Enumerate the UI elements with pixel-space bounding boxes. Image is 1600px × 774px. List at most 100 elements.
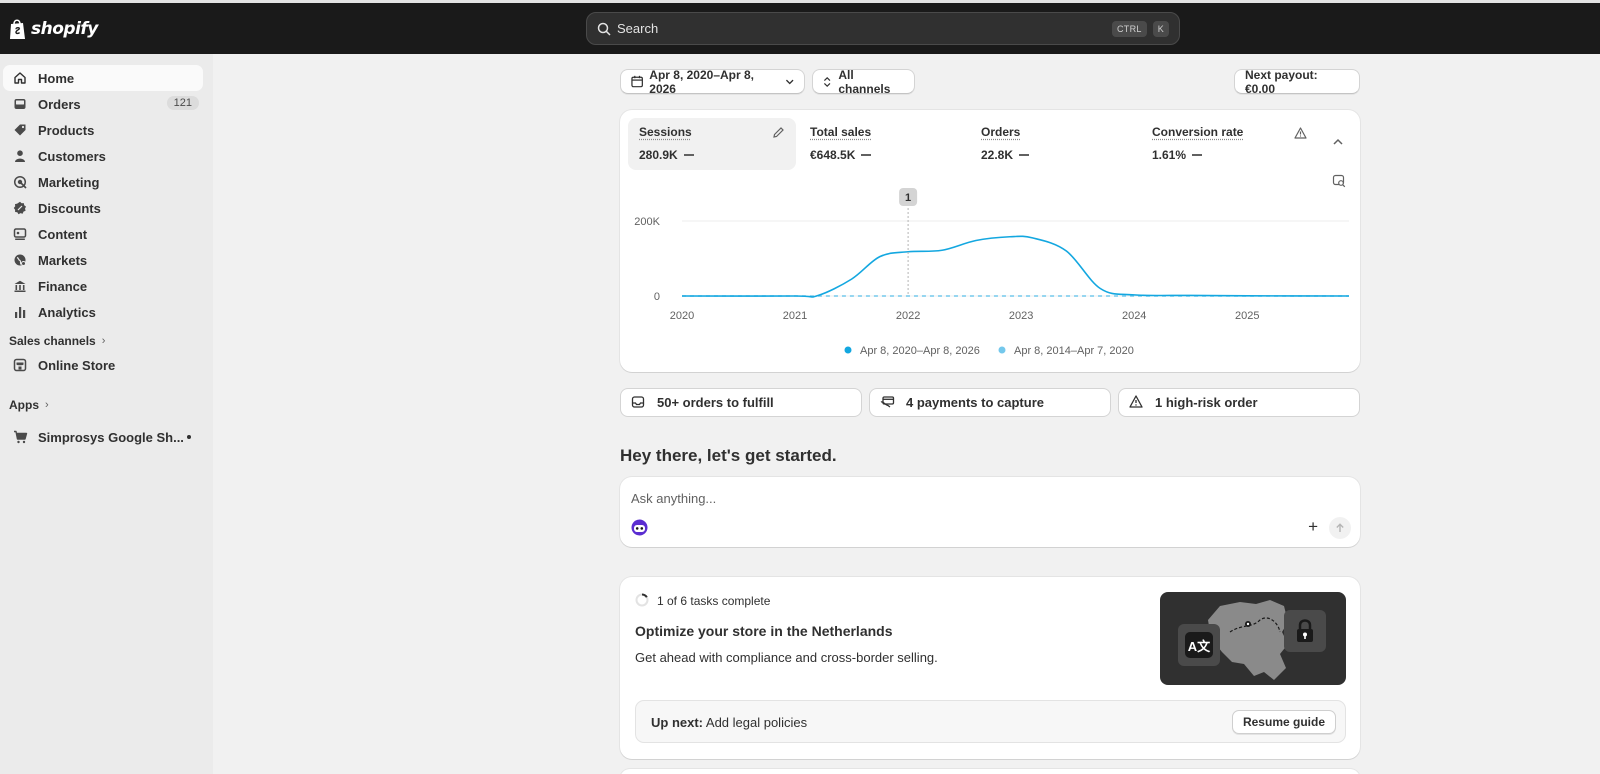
- channels-selector[interactable]: All channels: [812, 68, 915, 96]
- orders-count-badge: 121: [166, 96, 199, 110]
- send-button[interactable]: [1329, 517, 1351, 539]
- sidebar-item-label: Discounts: [38, 200, 101, 216]
- sidebar-item-discounts[interactable]: Discounts: [3, 195, 203, 221]
- sidebar-item-label: Analytics: [38, 304, 96, 320]
- sales-channels-heading[interactable]: Sales channels ›: [9, 334, 105, 348]
- lock-icon: [1297, 619, 1313, 642]
- chevron-right-icon: ›: [101, 335, 106, 347]
- task-label: 1 high-risk order: [1155, 395, 1258, 410]
- analytics-card: Sessions 280.9K Total sales €648.5K Orde…: [620, 110, 1360, 372]
- sidebar-item-online-store[interactable]: Online Store: [3, 352, 203, 378]
- netherlands-illustration: A文: [1160, 592, 1346, 685]
- sidebar-item-label: Home: [38, 70, 75, 86]
- sidebar-item-orders[interactable]: Orders 121: [3, 91, 203, 117]
- sidebar-item-products[interactable]: Products: [3, 117, 203, 143]
- shortcut-k: K: [1152, 20, 1169, 37]
- add-attachment-button[interactable]: +: [1308, 517, 1318, 537]
- high-risk-order-button[interactable]: 1 high-risk order: [1118, 388, 1360, 417]
- guide-progress-text: 1 of 6 tasks complete: [657, 594, 771, 608]
- legend-label: Apr 8, 2014–Apr 7, 2020: [1014, 345, 1134, 357]
- sidebar-item-label: Markets: [38, 252, 88, 268]
- lock-tile: [1284, 610, 1326, 652]
- resume-guide-button[interactable]: Resume guide: [1231, 710, 1336, 734]
- logo-text: shopify: [31, 19, 98, 39]
- home-icon: [12, 70, 28, 86]
- search-placeholder: Search: [617, 21, 659, 36]
- date-range-label: Apr 8, 2020–Apr 8, 2026: [649, 67, 754, 96]
- sidebar-item-content[interactable]: Content: [3, 221, 203, 247]
- sidebar-item-marketing[interactable]: Marketing: [3, 169, 203, 195]
- task-label: 4 payments to capture: [906, 395, 1044, 410]
- cart-icon: [12, 429, 28, 445]
- sidebar-item-label: Marketing: [38, 174, 100, 190]
- x-tick-label: 2021: [783, 310, 807, 322]
- bar-chart-icon: [12, 304, 28, 320]
- legend-label: Apr 8, 2020–Apr 8, 2026: [860, 345, 980, 357]
- sidebar-item-finance[interactable]: Finance: [3, 273, 203, 299]
- sidebar-item-markets[interactable]: Markets: [3, 247, 203, 273]
- progress-ring-icon: [635, 593, 649, 607]
- person-icon: [12, 148, 28, 164]
- search-bar[interactable]: Search CTRL K: [586, 12, 1180, 45]
- ask-card: Ask anything... +: [620, 477, 1360, 547]
- inbox-icon: [631, 395, 647, 411]
- top-bar: shopify Search CTRL K: [0, 0, 1600, 54]
- payments-to-capture-button[interactable]: 4 payments to capture: [869, 388, 1111, 417]
- chevron-down-icon: [785, 79, 794, 84]
- calendar-icon: [631, 75, 643, 88]
- legend-swatch: [998, 346, 1006, 354]
- arrow-up-icon: [1336, 523, 1344, 532]
- legend-swatch: [844, 346, 852, 354]
- next-card-edge: [620, 769, 1360, 774]
- sessions-line-chart: 200K 0 2020 2021 2022 2023 2024 2025 1 Apr 8, 2…: [634, 188, 1350, 357]
- search-icon: [597, 22, 611, 36]
- tag-icon: [12, 122, 28, 138]
- y-tick-label: 0: [654, 291, 660, 303]
- x-tick-label: 2023: [1009, 310, 1033, 322]
- setup-guide-card: 1 of 6 tasks complete Optimize your stor…: [620, 577, 1360, 759]
- unread-dot: [187, 435, 191, 439]
- up-next-task: Add legal policies: [705, 715, 808, 730]
- annotation-marker-label: 1: [905, 192, 911, 204]
- sidebar-item-label: Content: [38, 226, 88, 242]
- ask-input[interactable]: Ask anything...: [631, 491, 716, 506]
- sidebar-item-label: Online Store: [38, 357, 116, 373]
- shortcut-ctrl: CTRL: [1111, 20, 1147, 37]
- bank-icon: [12, 278, 28, 294]
- content-icon: [12, 226, 28, 242]
- y-tick-label: 200K: [634, 216, 660, 228]
- sidebar-item-customers[interactable]: Customers: [3, 143, 203, 169]
- sidebar-item-simprosys-app[interactable]: Simprosys Google Sh...: [3, 424, 203, 450]
- card-icon: [880, 395, 896, 411]
- task-label: 50+ orders to fulfill: [657, 395, 774, 410]
- sidebar-item-label: Finance: [38, 278, 88, 294]
- sales-channels-label: Sales channels: [9, 334, 96, 348]
- sidebar-item-label: Simprosys Google Sh...: [38, 429, 184, 445]
- sidebar-item-analytics[interactable]: Analytics: [3, 299, 203, 325]
- sidebar-item-label: Customers: [38, 148, 106, 164]
- sidebar-item-label: Products: [38, 122, 95, 138]
- greeting-heading: Hey there, let's get started.: [620, 446, 837, 465]
- shopify-bag-icon: [10, 19, 25, 39]
- sidekick-avatar-icon: [631, 519, 648, 536]
- x-tick-label: 2022: [896, 310, 920, 322]
- sidebar-item-home[interactable]: Home: [3, 65, 203, 91]
- date-range-picker[interactable]: Apr 8, 2020–Apr 8, 2026: [620, 67, 805, 96]
- sidebar: Home Orders 121 Products Customers Marke…: [0, 54, 213, 774]
- inbox-icon: [12, 96, 28, 112]
- apps-heading[interactable]: Apps ›: [9, 398, 49, 412]
- shopify-logo[interactable]: shopify: [8, 17, 98, 41]
- chevron-right-icon: ›: [45, 399, 49, 411]
- orders-to-fulfill-button[interactable]: 50+ orders to fulfill: [620, 388, 862, 417]
- up-next-text: Up next: Add legal policies: [651, 715, 807, 730]
- next-payout-button[interactable]: Next payout: €0.00: [1234, 68, 1360, 96]
- warning-icon: [1129, 394, 1145, 411]
- up-next-label: Up next:: [651, 715, 703, 730]
- translate-tile: A文: [1178, 624, 1220, 666]
- guide-title: Optimize your store in the Netherlands: [635, 623, 893, 639]
- guide-description: Get ahead with compliance and cross-bord…: [635, 650, 938, 665]
- apps-label: Apps: [9, 398, 39, 412]
- sort-arrows-icon: [823, 76, 831, 87]
- discount-icon: [12, 200, 28, 216]
- x-tick-label: 2020: [670, 310, 694, 322]
